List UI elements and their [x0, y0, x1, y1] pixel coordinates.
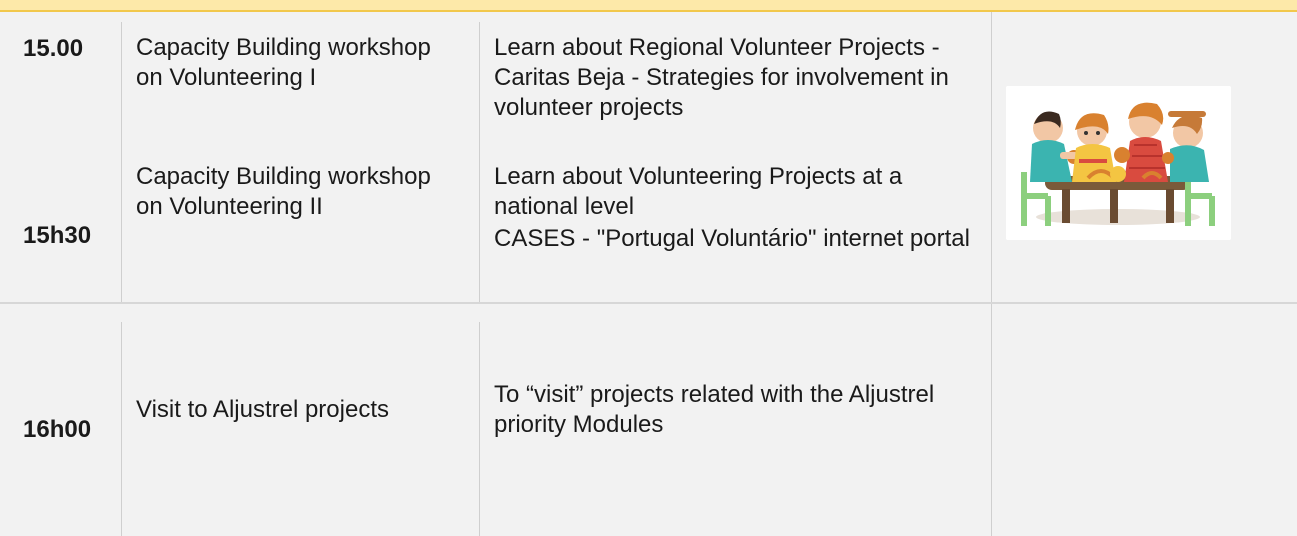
activity-cell: Capacity Building workshop on Volunteeri…: [136, 34, 431, 91]
table-header-band: [0, 0, 1297, 12]
people-at-table-illustration: [1006, 86, 1231, 240]
column-divider-time: [121, 22, 122, 302]
description-line: Learn about Volunteering Projects at a n…: [494, 163, 903, 220]
time-cell: 15h30: [23, 222, 92, 249]
time-cell: 15.00: [23, 35, 84, 62]
row-separator: [0, 302, 1297, 304]
column-divider-activity-lower: [479, 322, 480, 536]
time-cell: 16h00: [23, 416, 92, 443]
column-divider-time-lower: [121, 322, 122, 536]
description-line: CASES - "Portugal Voluntário" internet p…: [494, 225, 970, 252]
description-cell: To “visit” projects related with the Alj…: [494, 381, 935, 438]
column-divider-description: [991, 12, 992, 302]
column-divider-activity: [479, 22, 480, 302]
agenda-table: 15.00 Capacity Building workshop on Volu…: [0, 12, 1297, 536]
agenda-page: 15.00 Capacity Building workshop on Volu…: [0, 0, 1297, 536]
activity-cell: Capacity Building workshop on Volunteeri…: [136, 163, 431, 220]
activity-cell: Visit to Aljustrel projects: [136, 396, 389, 423]
description-cell: Learn about Regional Volunteer Projects …: [494, 34, 949, 121]
column-divider-description-lower: [991, 304, 992, 536]
